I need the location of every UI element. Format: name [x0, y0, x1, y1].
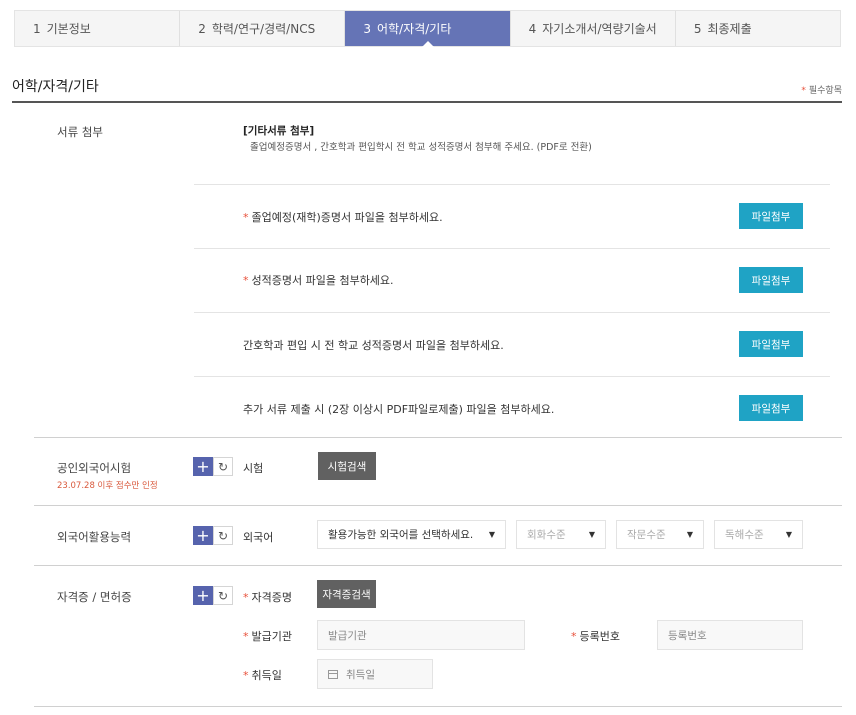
- step-number: 1: [33, 21, 41, 36]
- exam-field-label: 시험: [243, 462, 264, 475]
- language-field-label: 외국어: [243, 531, 274, 544]
- step-label: 최종제출: [707, 22, 752, 36]
- attach-file-button-additional[interactable]: 파일첨부: [739, 395, 803, 421]
- language-label: 외국어활용능력: [57, 530, 132, 544]
- required-star-icon: *: [243, 211, 249, 224]
- step-label: 기본정보: [46, 22, 91, 36]
- step-tab-self-introduction[interactable]: 4 자기소개서/역량기술서: [511, 11, 676, 46]
- license-label: 자격증 / 면허증: [57, 590, 132, 604]
- attach-file-button-graduation[interactable]: 파일첨부: [739, 203, 803, 229]
- documents-label: 서류 첨부: [57, 125, 103, 139]
- row-divider: [34, 706, 842, 707]
- required-star-icon: *: [801, 86, 806, 96]
- row-divider: [34, 505, 842, 506]
- step-label: 자기소개서/역량기술서: [542, 22, 657, 36]
- attach-item-text: 성적증명서 파일을 첨부하세요.: [251, 274, 394, 287]
- regno-label-text: 등록번호: [579, 630, 620, 643]
- required-star-icon: *: [243, 669, 249, 682]
- attach-file-button-transcript[interactable]: 파일첨부: [739, 267, 803, 293]
- chevron-down-icon: ▼: [588, 530, 595, 539]
- section-title: 어학/자격/기타: [12, 79, 99, 95]
- divider: [194, 184, 830, 185]
- step-label: 어학/자격/기타: [377, 22, 452, 36]
- divider: [194, 312, 830, 313]
- step-number: 4: [528, 21, 537, 36]
- speaking-level-value: 회화수준: [527, 529, 566, 541]
- license-name-label: * 자격증명: [243, 589, 292, 605]
- issuer-input[interactable]: 발급기관: [317, 620, 525, 650]
- add-language-plus-icon[interactable]: +: [193, 526, 213, 545]
- required-star-icon: *: [243, 630, 249, 643]
- divider: [194, 376, 830, 377]
- reset-license-refresh-icon[interactable]: ↻: [213, 586, 233, 605]
- acquired-date-label-text: 취득일: [251, 669, 282, 682]
- chevron-down-icon: ▼: [488, 530, 495, 539]
- required-star-icon: *: [571, 630, 577, 643]
- exam-search-button[interactable]: 시험검색: [318, 452, 376, 480]
- reset-language-refresh-icon[interactable]: ↻: [213, 526, 233, 545]
- license-search-button[interactable]: 자격증검색: [317, 580, 376, 608]
- section-divider: [12, 101, 842, 103]
- attach-item-graduation: * 졸업예정(재학)증명서 파일을 첨부하세요.: [243, 209, 443, 225]
- row-divider: [34, 437, 842, 438]
- regno-input[interactable]: 등록번호: [657, 620, 803, 650]
- reading-level-value: 독해수준: [725, 529, 764, 541]
- speaking-level-select[interactable]: 회화수준 ▼: [516, 520, 606, 549]
- attach-item-additional: 추가 서류 제출 시 (2장 이상시 PDF파일로제출) 파일을 첨부하세요.: [243, 403, 555, 416]
- exam-row-controls: + ↻: [193, 457, 233, 476]
- step-label: 학력/연구/경력/NCS: [211, 22, 316, 36]
- license-name-label-text: 자격증명: [251, 591, 292, 604]
- step-tab-final-submit[interactable]: 5 최종제출: [676, 11, 840, 46]
- issuer-label: * 발급기관: [243, 628, 292, 644]
- regno-label: * 등록번호: [571, 628, 620, 644]
- writing-level-value: 작문수준: [627, 529, 666, 541]
- step-number: 5: [693, 21, 702, 36]
- step-number: 3: [363, 21, 372, 36]
- language-row-controls: + ↻: [193, 526, 233, 545]
- step-tab-basic-info[interactable]: 1 기본정보: [15, 11, 181, 46]
- attach-item-text: 졸업예정(재학)증명서 파일을 첨부하세요.: [251, 211, 443, 224]
- writing-level-select[interactable]: 작문수준 ▼: [616, 520, 704, 549]
- step-tabs: 1 기본정보 2 학력/연구/경력/NCS 3 어학/자격/기타 4 자기소개서…: [14, 10, 841, 47]
- language-select[interactable]: 활용가능한 외국어를 선택하세요. ▼: [317, 520, 506, 549]
- step-tab-language-qualification[interactable]: 3 어학/자격/기타: [345, 11, 511, 47]
- required-star-icon: *: [243, 591, 249, 604]
- exam-label: 공인외국어시험: [57, 461, 132, 475]
- language-select-value: 활용가능한 외국어를 선택하세요.: [328, 529, 474, 541]
- step-tab-education[interactable]: 2 학력/연구/경력/NCS: [180, 11, 346, 46]
- step-number: 2: [198, 21, 206, 36]
- divider: [194, 248, 830, 249]
- documents-desc-body: 졸업예정증명서 , 간호학과 편입학시 전 학교 성적증명서 첨부해 주세요. …: [250, 142, 592, 153]
- reading-level-select[interactable]: 독해수준 ▼: [714, 520, 803, 549]
- row-divider: [34, 565, 842, 566]
- acquired-date-label: * 취득일: [243, 667, 282, 683]
- license-row-controls: + ↻: [193, 586, 233, 605]
- documents-desc-title: [기타서류 첨부]: [243, 125, 315, 137]
- attach-item-previous-school: 간호학과 편입 시 전 학교 성적증명서 파일을 첨부하세요.: [243, 339, 504, 352]
- acquired-date-placeholder: 취득일: [346, 668, 375, 681]
- chevron-down-icon: ▼: [686, 530, 693, 539]
- acquired-date-input[interactable]: 취득일: [317, 659, 433, 689]
- calendar-icon: [328, 669, 338, 679]
- add-exam-plus-icon[interactable]: +: [193, 457, 213, 476]
- required-note: * 필수항목: [801, 83, 842, 96]
- issuer-label-text: 발급기관: [251, 630, 292, 643]
- attach-file-button-previous-school[interactable]: 파일첨부: [739, 331, 803, 357]
- attach-item-transcript: * 성적증명서 파일을 첨부하세요.: [243, 272, 394, 288]
- add-license-plus-icon[interactable]: +: [193, 586, 213, 605]
- chevron-down-icon: ▼: [785, 530, 792, 539]
- required-star-icon: *: [243, 274, 249, 287]
- required-note-text: 필수항목: [808, 86, 842, 96]
- exam-note: 23.07.28 이후 점수만 인정: [57, 481, 158, 491]
- reset-exam-refresh-icon[interactable]: ↻: [213, 457, 233, 476]
